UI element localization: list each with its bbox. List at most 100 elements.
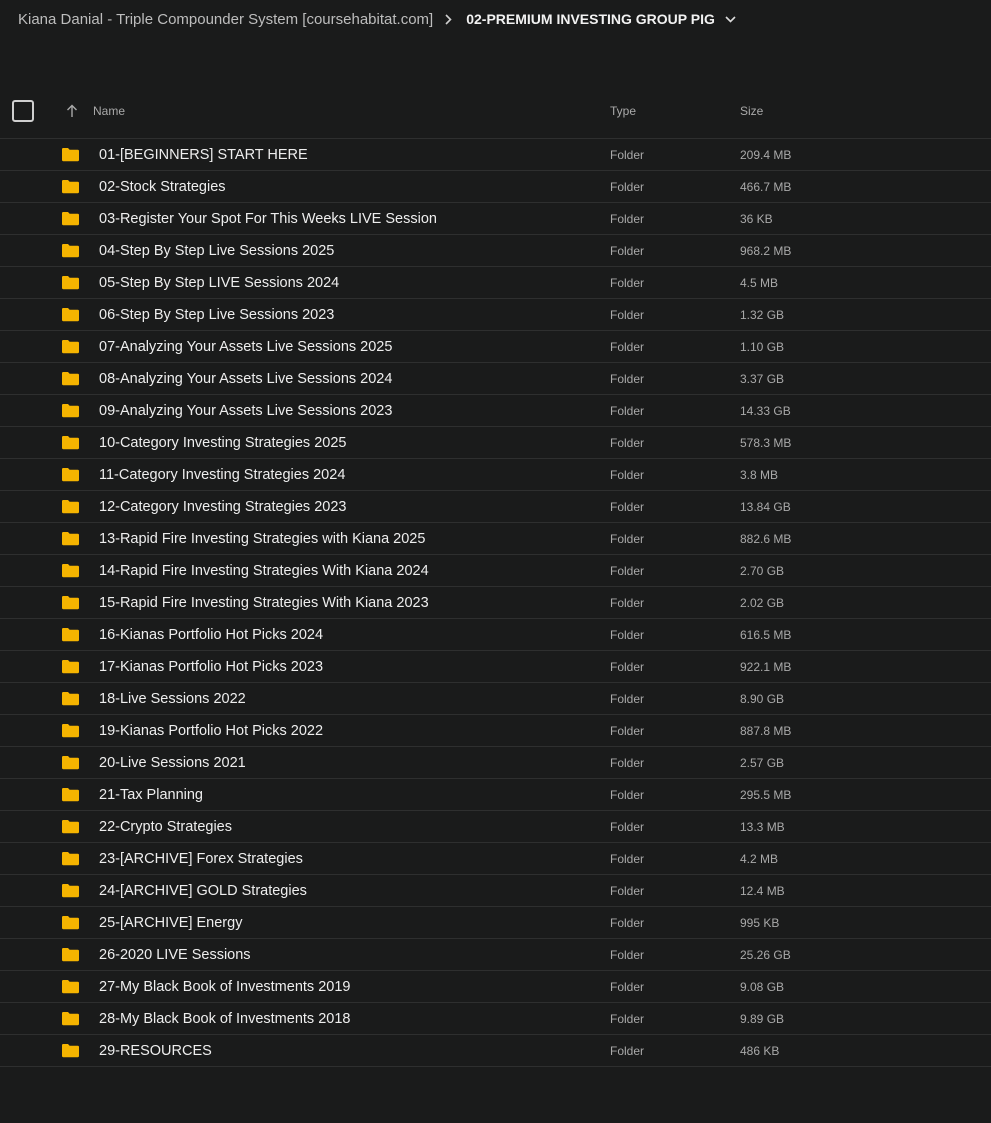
folder-type: Folder bbox=[610, 596, 645, 610]
folder-name[interactable]: 02-Stock Strategies bbox=[99, 179, 226, 195]
table-row[interactable]: 15-Rapid Fire Investing Strategies With … bbox=[0, 587, 991, 619]
table-row[interactable]: 04-Step By Step Live Sessions 2025 Folder… bbox=[0, 235, 991, 267]
folder-name[interactable]: 25-[ARCHIVE] Energy bbox=[99, 915, 242, 931]
table-row[interactable]: 08-Analyzing Your Assets Live Sessions 2… bbox=[0, 363, 991, 395]
table-row[interactable]: 29-RESOURCES Folder 486 KB bbox=[0, 1035, 991, 1067]
folder-type: Folder bbox=[610, 852, 645, 866]
table-row[interactable]: 02-Stock Strategies Folder 466.7 MB bbox=[0, 171, 991, 203]
folder-name[interactable]: 04-Step By Step Live Sessions 2025 bbox=[99, 243, 334, 259]
folder-size: 13.3 MB bbox=[740, 820, 785, 834]
file-table: Name Type Size 01-[BEGINNERS] START HERE… bbox=[0, 88, 991, 1067]
table-row[interactable]: 24-[ARCHIVE] GOLD Strategies Folder 12.4 M… bbox=[0, 875, 991, 907]
folder-icon bbox=[61, 467, 80, 482]
folder-size: 36 KB bbox=[740, 212, 773, 226]
folder-name[interactable]: 20-Live Sessions 2021 bbox=[99, 755, 246, 771]
folder-name[interactable]: 18-Live Sessions 2022 bbox=[99, 691, 246, 707]
arrow-up-icon[interactable] bbox=[66, 104, 78, 118]
folder-name[interactable]: 21-Tax Planning bbox=[99, 787, 203, 803]
folder-icon bbox=[61, 883, 80, 898]
table-row[interactable]: 17-Kianas Portfolio Hot Picks 2023 Folder… bbox=[0, 651, 991, 683]
folder-type: Folder bbox=[610, 980, 645, 994]
folder-name[interactable]: 01-[BEGINNERS] START HERE bbox=[99, 147, 308, 163]
folder-icon bbox=[61, 627, 80, 642]
folder-size: 3.37 GB bbox=[740, 372, 785, 386]
table-row[interactable]: 11-Category Investing Strategies 2024 Fol… bbox=[0, 459, 991, 491]
folder-type: Folder bbox=[610, 436, 645, 450]
table-row[interactable]: 06-Step By Step Live Sessions 2023 Folder… bbox=[0, 299, 991, 331]
table-row[interactable]: 09-Analyzing Your Assets Live Sessions 2… bbox=[0, 395, 991, 427]
folder-name[interactable]: 08-Analyzing Your Assets Live Sessions 2… bbox=[99, 371, 392, 387]
folder-name[interactable]: 23-[ARCHIVE] Forex Strategies bbox=[99, 851, 303, 867]
folder-name[interactable]: 27-My Black Book of Investments 2019 bbox=[99, 979, 350, 995]
folder-name[interactable]: 14-Rapid Fire Investing Strategies With … bbox=[99, 563, 429, 579]
folder-type: Folder bbox=[610, 948, 645, 962]
folder-name[interactable]: 29-RESOURCES bbox=[99, 1043, 212, 1059]
folder-size: 3.8 MB bbox=[740, 468, 779, 482]
table-row[interactable]: 19-Kianas Portfolio Hot Picks 2022 Folder… bbox=[0, 715, 991, 747]
folder-name[interactable]: 24-[ARCHIVE] GOLD Strategies bbox=[99, 883, 307, 899]
breadcrumb-parent-folder[interactable]: Kiana Danial - Triple Compounder System … bbox=[18, 11, 433, 28]
folder-type: Folder bbox=[610, 564, 645, 578]
folder-size: 922.1 MB bbox=[740, 660, 792, 674]
folder-name[interactable]: 19-Kianas Portfolio Hot Picks 2022 bbox=[99, 723, 323, 739]
folder-name[interactable]: 16-Kianas Portfolio Hot Picks 2024 bbox=[99, 627, 323, 643]
folder-icon bbox=[61, 787, 80, 802]
folder-name[interactable]: 22-Crypto Strategies bbox=[99, 819, 232, 835]
breadcrumb-current-folder[interactable]: 02-PREMIUM INVESTING GROUP PIG bbox=[466, 11, 736, 27]
table-row[interactable]: 07-Analyzing Your Assets Live Sessions 2… bbox=[0, 331, 991, 363]
folder-name[interactable]: 03-Register Your Spot For This Weeks LIV… bbox=[99, 211, 437, 227]
folder-size: 4.5 MB bbox=[740, 276, 779, 290]
folder-size: 2.57 GB bbox=[740, 756, 785, 770]
chevron-down-icon[interactable] bbox=[725, 15, 736, 23]
folder-type: Folder bbox=[610, 724, 645, 738]
table-row[interactable]: 13-Rapid Fire Investing Strategies with … bbox=[0, 523, 991, 555]
folder-name[interactable]: 13-Rapid Fire Investing Strategies with … bbox=[99, 531, 425, 547]
folder-type: Folder bbox=[610, 148, 645, 162]
table-row[interactable]: 20-Live Sessions 2021 Folder 2.57 GB bbox=[0, 747, 991, 779]
folder-icon bbox=[61, 339, 80, 354]
table-row[interactable]: 27-My Black Book of Investments 2019 Fold… bbox=[0, 971, 991, 1003]
table-row[interactable]: 22-Crypto Strategies Folder 13.3 MB bbox=[0, 811, 991, 843]
select-all-checkbox[interactable] bbox=[12, 100, 34, 122]
table-row[interactable]: 23-[ARCHIVE] Forex Strategies Folder 4.2 M… bbox=[0, 843, 991, 875]
folder-name[interactable]: 12-Category Investing Strategies 2023 bbox=[99, 499, 346, 515]
column-header-name[interactable]: Name bbox=[93, 104, 125, 118]
table-row[interactable]: 16-Kianas Portfolio Hot Picks 2024 Folder… bbox=[0, 619, 991, 651]
folder-name[interactable]: 10-Category Investing Strategies 2025 bbox=[99, 435, 346, 451]
folder-icon bbox=[61, 851, 80, 866]
folder-type: Folder bbox=[610, 276, 645, 290]
table-row[interactable]: 05-Step By Step LIVE Sessions 2024 Folder… bbox=[0, 267, 991, 299]
folder-type: Folder bbox=[610, 340, 645, 354]
folder-name[interactable]: 11-Category Investing Strategies 2024 bbox=[99, 467, 345, 483]
folder-type: Folder bbox=[610, 1044, 645, 1058]
folder-name[interactable]: 15-Rapid Fire Investing Strategies With … bbox=[99, 595, 429, 611]
table-row[interactable]: 03-Register Your Spot For This Weeks LIV… bbox=[0, 203, 991, 235]
folder-type: Folder bbox=[610, 692, 645, 706]
folder-type: Folder bbox=[610, 244, 645, 258]
folder-name[interactable]: 26-2020 LIVE Sessions bbox=[99, 947, 251, 963]
folder-icon bbox=[61, 723, 80, 738]
folder-name[interactable]: 06-Step By Step Live Sessions 2023 bbox=[99, 307, 334, 323]
table-row[interactable]: 18-Live Sessions 2022 Folder 8.90 GB bbox=[0, 683, 991, 715]
table-row[interactable]: 26-2020 LIVE Sessions Folder 25.26 GB bbox=[0, 939, 991, 971]
folder-name[interactable]: 07-Analyzing Your Assets Live Sessions 2… bbox=[99, 339, 392, 355]
folder-icon bbox=[61, 659, 80, 674]
folder-name[interactable]: 28-My Black Book of Investments 2018 bbox=[99, 1011, 350, 1027]
table-row[interactable]: 28-My Black Book of Investments 2018 Fold… bbox=[0, 1003, 991, 1035]
table-row[interactable]: 21-Tax Planning Folder 295.5 MB bbox=[0, 779, 991, 811]
folder-name[interactable]: 09-Analyzing Your Assets Live Sessions 2… bbox=[99, 403, 392, 419]
folder-name[interactable]: 05-Step By Step LIVE Sessions 2024 bbox=[99, 275, 339, 291]
folder-type: Folder bbox=[610, 820, 645, 834]
column-header-size[interactable]: Size bbox=[740, 104, 763, 118]
folder-type: Folder bbox=[610, 788, 645, 802]
table-row[interactable]: 10-Category Investing Strategies 2025 Fol… bbox=[0, 427, 991, 459]
folder-type: Folder bbox=[610, 884, 645, 898]
table-row[interactable]: 12-Category Investing Strategies 2023 Fol… bbox=[0, 491, 991, 523]
folder-size: 1.10 GB bbox=[740, 340, 785, 354]
folder-type: Folder bbox=[610, 628, 645, 642]
folder-name[interactable]: 17-Kianas Portfolio Hot Picks 2023 bbox=[99, 659, 323, 675]
table-row[interactable]: 01-[BEGINNERS] START HERE Folder 209.4 MB bbox=[0, 139, 991, 171]
column-header-type[interactable]: Type bbox=[610, 104, 636, 118]
table-row[interactable]: 14-Rapid Fire Investing Strategies With … bbox=[0, 555, 991, 587]
table-row[interactable]: 25-[ARCHIVE] Energy Folder 995 KB bbox=[0, 907, 991, 939]
